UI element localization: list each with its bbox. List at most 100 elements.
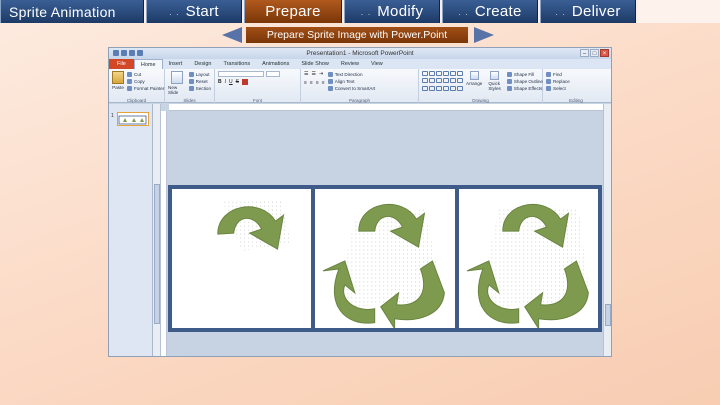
replace-label: Replace bbox=[553, 79, 570, 84]
recycle-arrows-frame-2-icon bbox=[323, 204, 446, 328]
maximize-icon[interactable]: □ bbox=[590, 49, 599, 57]
nav-tab-label: Start bbox=[185, 3, 219, 20]
bold-button[interactable]: B bbox=[218, 79, 222, 85]
justify-icon[interactable]: ≡ bbox=[322, 80, 325, 86]
top-navigation-bar: Sprite Animation . . Start Prepare . . M… bbox=[0, 0, 720, 23]
copy-icon bbox=[127, 79, 132, 84]
tab-dots: . . bbox=[169, 6, 180, 17]
nav-tab-start[interactable]: . . Start bbox=[146, 0, 242, 23]
font-size-field[interactable] bbox=[266, 71, 280, 77]
reset-button[interactable]: Reset bbox=[188, 78, 211, 85]
slide-thumbnail[interactable] bbox=[117, 112, 149, 126]
shape-fill-button[interactable]: Shape Fill bbox=[506, 71, 543, 78]
font-group: B I U S Font bbox=[215, 69, 301, 103]
align-right-icon[interactable]: ≡ bbox=[316, 80, 319, 86]
shape-outline-label: Shape Outline bbox=[513, 79, 543, 84]
ribbon-tab-insert[interactable]: Insert bbox=[163, 59, 189, 69]
ppt-title-bar: Presentation1 - Microsoft PowerPoint – □… bbox=[109, 48, 611, 59]
ribbon-tab-row: File Home Insert Design Transitions Anim… bbox=[109, 59, 611, 69]
slide-number: 1 bbox=[111, 113, 114, 119]
sprite-frame-1[interactable] bbox=[172, 189, 312, 328]
next-step-arrow-icon[interactable] bbox=[474, 27, 494, 43]
reset-label: Reset bbox=[195, 79, 208, 84]
align-left-icon[interactable]: ≡ bbox=[304, 80, 307, 86]
effects-icon bbox=[506, 86, 512, 91]
layout-button[interactable]: Layout bbox=[188, 71, 211, 78]
format-painter-button[interactable]: Format Painter bbox=[127, 85, 164, 92]
close-icon[interactable]: × bbox=[600, 49, 609, 57]
arrange-label: Arrange bbox=[466, 81, 483, 86]
recycle-arrow-frame-1-icon bbox=[217, 199, 292, 252]
undo-icon[interactable] bbox=[129, 50, 135, 56]
ribbon-tab-view[interactable]: View bbox=[365, 59, 389, 69]
indent-icon[interactable]: ⇥ bbox=[319, 71, 323, 77]
new-slide-button[interactable]: New Slide bbox=[168, 71, 186, 95]
powerpoint-window: Presentation1 - Microsoft PowerPoint – □… bbox=[108, 47, 612, 357]
nav-tab-modify[interactable]: . . Modify bbox=[344, 0, 440, 23]
ppt-app-icon[interactable] bbox=[113, 50, 119, 56]
align-center-icon[interactable]: ≡ bbox=[310, 80, 313, 86]
nav-tab-create[interactable]: . . Create bbox=[442, 0, 538, 23]
tab-dots: . . bbox=[360, 6, 372, 17]
substep-title: Prepare Sprite Image with Power.Point bbox=[246, 27, 468, 43]
nav-tab-label: Deliver bbox=[571, 3, 621, 20]
ribbon-tab-design[interactable]: Design bbox=[188, 59, 217, 69]
align-text-button[interactable]: Align Text bbox=[327, 78, 376, 85]
numbering-icon[interactable]: ☰ bbox=[311, 71, 315, 77]
strikethrough-button[interactable]: S bbox=[236, 79, 239, 85]
smartart-button[interactable]: Convert to SmartArt bbox=[327, 85, 375, 92]
save-icon[interactable] bbox=[121, 50, 127, 56]
font-name-field[interactable] bbox=[218, 71, 264, 77]
sprite-sheet[interactable] bbox=[168, 185, 602, 332]
underline-button[interactable]: U bbox=[229, 79, 233, 85]
slide-scrollbar[interactable] bbox=[603, 104, 611, 356]
select-button[interactable]: Select bbox=[546, 85, 606, 92]
bullets-icon[interactable]: ☰ bbox=[304, 71, 308, 77]
paint-bucket-icon bbox=[506, 72, 512, 77]
find-button[interactable]: Find bbox=[546, 71, 606, 78]
quick-access-toolbar bbox=[113, 50, 143, 56]
ribbon-tab-animations[interactable]: Animations bbox=[256, 59, 295, 69]
nav-tab-label: Create bbox=[474, 3, 522, 20]
new-slide-label: New Slide bbox=[168, 85, 179, 95]
ribbon-tab-review[interactable]: Review bbox=[335, 59, 365, 69]
arrange-button[interactable]: Arrange bbox=[466, 71, 482, 92]
ribbon-tab-slide-show[interactable]: Slide Show bbox=[295, 59, 335, 69]
slides-group-label: Slides bbox=[183, 98, 196, 103]
quick-styles-button[interactable]: Quick Styles bbox=[488, 71, 501, 92]
italic-button[interactable]: I bbox=[225, 79, 226, 85]
nav-spacer bbox=[638, 0, 720, 23]
ppt-window-title: Presentation1 - Microsoft PowerPoint bbox=[306, 50, 414, 57]
redo-icon[interactable] bbox=[137, 50, 143, 56]
cursor-icon bbox=[546, 86, 551, 91]
cut-label: Cut bbox=[134, 72, 142, 77]
minimize-icon[interactable]: – bbox=[580, 49, 589, 57]
nav-tab-prepare[interactable]: Prepare bbox=[244, 0, 342, 23]
sprite-frame-2[interactable] bbox=[315, 189, 455, 328]
nav-tab-deliver[interactable]: . . Deliver bbox=[540, 0, 636, 23]
ribbon-tab-home[interactable]: Home bbox=[133, 59, 163, 69]
layout-icon bbox=[188, 72, 194, 77]
previous-step-arrow-icon[interactable] bbox=[222, 27, 242, 43]
shape-effects-button[interactable]: Shape Effects bbox=[506, 85, 543, 92]
thumbnail-scrollbar[interactable] bbox=[153, 104, 161, 356]
ribbon-tab-file[interactable]: File bbox=[109, 59, 134, 69]
paste-button[interactable]: Paste bbox=[112, 71, 124, 92]
text-direction-label: Text Direction bbox=[334, 72, 363, 77]
ribbon-tab-transitions[interactable]: Transitions bbox=[217, 59, 256, 69]
pen-icon bbox=[506, 79, 512, 84]
text-direction-button[interactable]: Text Direction bbox=[327, 71, 376, 78]
replace-button[interactable]: Replace bbox=[546, 78, 606, 85]
ribbon: Paste Cut Copy Format Painter Clipboard … bbox=[109, 69, 611, 103]
select-label: Select bbox=[553, 86, 566, 91]
sprite-frame-3[interactable] bbox=[458, 189, 598, 328]
cut-button[interactable]: Cut bbox=[127, 71, 164, 78]
replace-icon bbox=[546, 79, 551, 84]
font-color-icon[interactable] bbox=[241, 79, 248, 85]
copy-button[interactable]: Copy bbox=[127, 78, 164, 85]
shape-outline-button[interactable]: Shape Outline bbox=[506, 78, 543, 85]
slides-group: New Slide Layout Reset Section Slides bbox=[165, 69, 215, 103]
shapes-gallery[interactable] bbox=[422, 71, 463, 92]
section-button[interactable]: Section bbox=[188, 85, 211, 92]
brush-icon bbox=[127, 86, 132, 91]
